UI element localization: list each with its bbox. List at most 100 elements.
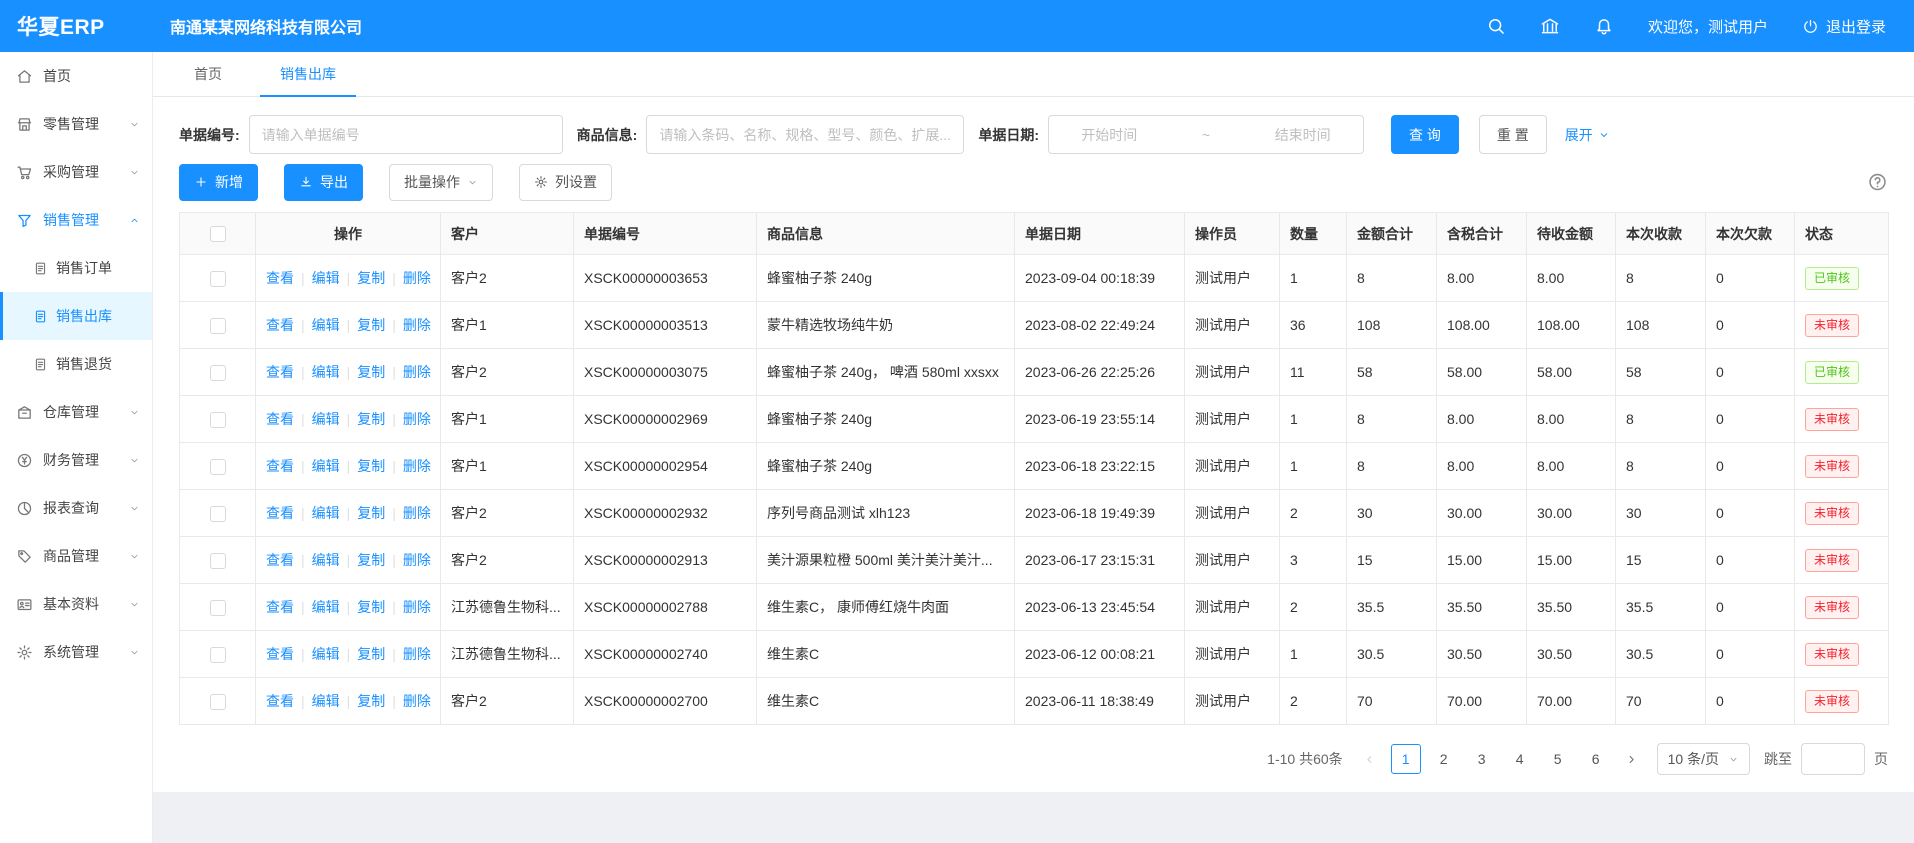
- cell-customer: 客户1: [441, 443, 574, 490]
- copy-link[interactable]: 复制: [357, 599, 385, 615]
- cell-total: 108: [1347, 302, 1437, 349]
- sidebar-item-4[interactable]: 仓库管理: [0, 388, 152, 436]
- export-button[interactable]: 导出: [284, 164, 363, 201]
- status-badge: 未审核: [1805, 502, 1859, 525]
- sidebar-item-3[interactable]: 销售管理: [0, 196, 152, 244]
- view-link[interactable]: 查看: [266, 552, 294, 568]
- delete-link[interactable]: 删除: [403, 411, 431, 427]
- search-button[interactable]: 查 询: [1391, 115, 1459, 154]
- pagination-page-4[interactable]: 4: [1505, 744, 1535, 774]
- sidebar-subitem-3-0[interactable]: 销售订单: [0, 244, 152, 292]
- copy-link[interactable]: 复制: [357, 458, 385, 474]
- row-checkbox[interactable]: [210, 506, 226, 522]
- edit-link[interactable]: 编辑: [312, 646, 340, 662]
- view-link[interactable]: 查看: [266, 317, 294, 333]
- column-header: 数量: [1280, 213, 1347, 255]
- sidebar-item-8[interactable]: 基本资料: [0, 580, 152, 628]
- delete-link[interactable]: 删除: [403, 599, 431, 615]
- sidebar-item-5[interactable]: 财务管理: [0, 436, 152, 484]
- pagination-page-2[interactable]: 2: [1429, 744, 1459, 774]
- delete-link[interactable]: 删除: [403, 693, 431, 709]
- jump-page-input[interactable]: [1801, 743, 1865, 775]
- sidebar-item-0[interactable]: 首页: [0, 52, 152, 100]
- page-size-select[interactable]: 10 条/页: [1657, 743, 1750, 775]
- add-button[interactable]: 新增: [179, 164, 258, 201]
- cell-status: 已审核: [1795, 349, 1889, 396]
- row-checkbox[interactable]: [210, 412, 226, 428]
- tab-home[interactable]: 首页: [174, 52, 242, 96]
- edit-link[interactable]: 编辑: [312, 552, 340, 568]
- view-link[interactable]: 查看: [266, 364, 294, 380]
- edit-link[interactable]: 编辑: [312, 270, 340, 286]
- delete-link[interactable]: 删除: [403, 364, 431, 380]
- copy-link[interactable]: 复制: [357, 270, 385, 286]
- row-checkbox[interactable]: [210, 694, 226, 710]
- view-link[interactable]: 查看: [266, 599, 294, 615]
- sidebar-item-6[interactable]: 报表查询: [0, 484, 152, 532]
- product-info-input[interactable]: [646, 115, 964, 154]
- pagination-page-6[interactable]: 6: [1581, 744, 1611, 774]
- view-link[interactable]: 查看: [266, 646, 294, 662]
- row-checkbox[interactable]: [210, 600, 226, 616]
- sidebar-item-1[interactable]: 零售管理: [0, 100, 152, 148]
- pagination-page-5[interactable]: 5: [1543, 744, 1573, 774]
- copy-link[interactable]: 复制: [357, 552, 385, 568]
- copy-link[interactable]: 复制: [357, 693, 385, 709]
- bank-icon[interactable]: [1540, 16, 1560, 36]
- edit-link[interactable]: 编辑: [312, 505, 340, 521]
- delete-link[interactable]: 删除: [403, 458, 431, 474]
- sidebar-item-2[interactable]: 采购管理: [0, 148, 152, 196]
- sidebar-item-9[interactable]: 系统管理: [0, 628, 152, 676]
- batch-operations-button[interactable]: 批量操作: [389, 164, 493, 201]
- reset-button[interactable]: 重 置: [1479, 115, 1547, 154]
- column-settings-button[interactable]: 列设置: [519, 164, 612, 201]
- edit-link[interactable]: 编辑: [312, 458, 340, 474]
- view-link[interactable]: 查看: [266, 270, 294, 286]
- copy-link[interactable]: 复制: [357, 411, 385, 427]
- logout-button[interactable]: 退出登录: [1802, 16, 1886, 37]
- view-link[interactable]: 查看: [266, 505, 294, 521]
- help-icon[interactable]: [1867, 172, 1888, 193]
- bell-icon[interactable]: [1594, 16, 1614, 36]
- pagination-prev[interactable]: [1357, 746, 1383, 772]
- gear-icon: [534, 175, 548, 189]
- copy-link[interactable]: 复制: [357, 364, 385, 380]
- sidebar-item-7[interactable]: 商品管理: [0, 532, 152, 580]
- sidebar-subitem-3-1[interactable]: 销售出库: [0, 292, 152, 340]
- edit-link[interactable]: 编辑: [312, 317, 340, 333]
- copy-link[interactable]: 复制: [357, 317, 385, 333]
- row-checkbox[interactable]: [210, 553, 226, 569]
- search-icon[interactable]: [1486, 16, 1506, 36]
- edit-link[interactable]: 编辑: [312, 364, 340, 380]
- delete-link[interactable]: 删除: [403, 270, 431, 286]
- row-checkbox[interactable]: [210, 318, 226, 334]
- tab-sales-outbound[interactable]: 销售出库: [260, 52, 356, 96]
- expand-link[interactable]: 展开: [1565, 125, 1610, 145]
- edit-link[interactable]: 编辑: [312, 411, 340, 427]
- row-checkbox[interactable]: [210, 271, 226, 287]
- cell-received: 35.5: [1616, 584, 1706, 631]
- row-checkbox[interactable]: [210, 459, 226, 475]
- edit-link[interactable]: 编辑: [312, 599, 340, 615]
- copy-link[interactable]: 复制: [357, 505, 385, 521]
- delete-link[interactable]: 删除: [403, 646, 431, 662]
- status-badge: 未审核: [1805, 549, 1859, 572]
- delete-link[interactable]: 删除: [403, 552, 431, 568]
- date-range-input[interactable]: 开始时间 ~ 结束时间: [1048, 115, 1364, 154]
- pagination-next[interactable]: [1619, 746, 1645, 772]
- pagination-page-3[interactable]: 3: [1467, 744, 1497, 774]
- delete-link[interactable]: 删除: [403, 505, 431, 521]
- select-all-checkbox[interactable]: [210, 226, 226, 242]
- copy-link[interactable]: 复制: [357, 646, 385, 662]
- app-logo[interactable]: 华夏ERP: [0, 11, 153, 41]
- sidebar-subitem-3-2[interactable]: 销售退货: [0, 340, 152, 388]
- view-link[interactable]: 查看: [266, 411, 294, 427]
- delete-link[interactable]: 删除: [403, 317, 431, 333]
- pagination-page-1[interactable]: 1: [1391, 744, 1421, 774]
- order-no-input[interactable]: [249, 115, 563, 154]
- view-link[interactable]: 查看: [266, 693, 294, 709]
- row-checkbox[interactable]: [210, 647, 226, 663]
- view-link[interactable]: 查看: [266, 458, 294, 474]
- row-checkbox[interactable]: [210, 365, 226, 381]
- edit-link[interactable]: 编辑: [312, 693, 340, 709]
